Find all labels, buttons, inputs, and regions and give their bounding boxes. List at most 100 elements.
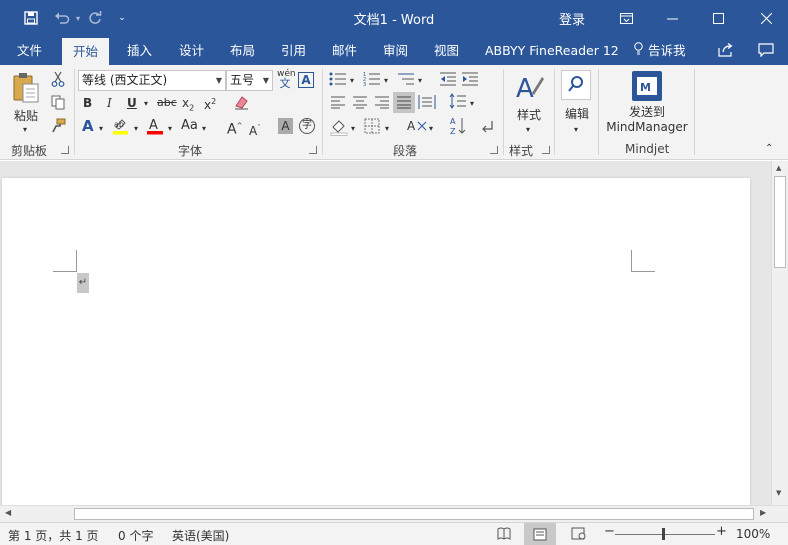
scroll-down-icon[interactable]: ▼ (776, 489, 781, 497)
tab-insert[interactable]: 插入 (127, 36, 152, 65)
paste-dropdown-icon[interactable]: ▾ (23, 122, 27, 138)
tab-view[interactable]: 视图 (434, 36, 459, 65)
chevron-down-icon[interactable]: ▾ (168, 121, 172, 137)
tell-me-box[interactable]: 告诉我 (634, 36, 686, 65)
decrease-indent-icon[interactable] (439, 71, 457, 91)
chevron-down-icon[interactable]: ▾ (134, 121, 138, 137)
horizontal-scrollbar[interactable]: ◀ ▶ (0, 505, 788, 522)
document-page[interactable]: ↵ (2, 178, 750, 505)
superscript-icon[interactable]: x2 (204, 94, 216, 113)
shrink-font-icon[interactable]: Aˇ (249, 120, 261, 139)
increase-indent-icon[interactable] (461, 71, 479, 91)
chevron-down-icon[interactable]: ▾ (202, 121, 206, 137)
bullets-icon[interactable] (329, 71, 347, 91)
font-size-combo[interactable]: 五号 ▼ (226, 70, 273, 91)
subscript-icon[interactable]: x2 (182, 95, 194, 116)
tab-file[interactable]: 文件 (17, 36, 42, 65)
scrollbar-thumb[interactable] (74, 508, 754, 520)
grow-font-icon[interactable]: A^ (227, 118, 242, 138)
phonetic-guide-button[interactable]: wén 文 (277, 69, 296, 89)
close-icon[interactable] (744, 0, 788, 36)
chevron-down-icon[interactable]: ▼ (263, 71, 269, 90)
underline-icon[interactable]: U (127, 95, 137, 111)
tab-home[interactable]: 开始 (62, 38, 110, 65)
tab-review[interactable]: 审阅 (383, 36, 408, 65)
read-mode-icon[interactable] (497, 527, 511, 543)
chevron-down-icon[interactable]: ▾ (385, 121, 389, 137)
ribbon-display-icon[interactable] (606, 0, 646, 36)
language-status[interactable]: 英语(美国) (172, 527, 229, 544)
paragraph-launcher-icon[interactable] (490, 146, 498, 154)
character-shading-icon[interactable]: A (278, 118, 293, 134)
chevron-down-icon[interactable]: ▾ (99, 121, 103, 137)
font-name-combo[interactable]: 等线 (西文正文) ▼ (78, 70, 226, 91)
bold-icon[interactable]: B (83, 95, 92, 111)
maximize-icon[interactable] (698, 0, 738, 36)
zoom-in-icon[interactable]: + (716, 524, 727, 539)
zoom-slider-track[interactable] (615, 534, 715, 535)
show-marks-icon[interactable] (480, 119, 494, 139)
comments-icon[interactable] (758, 36, 776, 65)
chevron-down-icon[interactable]: ▾ (384, 73, 388, 89)
page-count[interactable]: 第 1 页，共 1 页 (8, 527, 99, 544)
mindmanager-icon[interactable]: M (632, 71, 662, 105)
find-icon[interactable] (561, 70, 591, 100)
chevron-down-icon[interactable]: ▾ (470, 96, 474, 112)
send-to-mindmanager-label[interactable]: 发送到 MindManager (600, 105, 694, 135)
align-center-icon[interactable] (352, 95, 368, 113)
shading-icon[interactable] (330, 118, 348, 140)
font-launcher-icon[interactable] (309, 146, 317, 154)
share-icon[interactable] (718, 36, 736, 65)
editing-button-label[interactable]: 编辑 (558, 105, 596, 122)
strikethrough-icon[interactable]: abc (157, 95, 177, 111)
change-case-icon[interactable]: Aa (181, 118, 198, 134)
chevron-down-icon[interactable]: ▾ (526, 122, 530, 138)
zoom-out-icon[interactable]: − (604, 524, 615, 539)
styles-icon[interactable]: A (515, 71, 545, 105)
tab-references[interactable]: 引用 (281, 36, 306, 65)
styles-button-label[interactable]: 样式 (511, 106, 547, 123)
vertical-scrollbar[interactable]: ▲ ▼ (771, 161, 788, 505)
web-layout-icon[interactable] (571, 527, 586, 543)
chevron-down-icon[interactable]: ▾ (574, 122, 578, 138)
signin-button[interactable]: 登录 (552, 0, 592, 36)
scroll-up-icon[interactable]: ▲ (776, 164, 781, 172)
multilevel-list-icon[interactable] (397, 71, 415, 91)
scroll-left-icon[interactable]: ◀ (5, 508, 11, 517)
collapse-ribbon-icon[interactable]: ⌃ (765, 141, 773, 157)
sort-icon[interactable]: AZ (449, 116, 467, 140)
tab-layout[interactable]: 布局 (230, 36, 255, 65)
tab-abbyy[interactable]: ABBYY FineReader 12 (485, 36, 619, 65)
word-count[interactable]: 0 个字 (118, 527, 153, 544)
justify-icon[interactable] (393, 92, 415, 113)
copy-icon[interactable] (51, 95, 65, 114)
align-right-icon[interactable] (374, 95, 390, 113)
character-border-icon[interactable]: A (298, 72, 314, 88)
cut-icon[interactable] (51, 71, 65, 91)
enclose-characters-icon[interactable]: 字 (299, 118, 315, 134)
format-painter-icon[interactable] (51, 118, 66, 137)
font-color-icon[interactable]: A (146, 117, 164, 139)
minimize-icon[interactable] (652, 0, 692, 36)
styles-launcher-icon[interactable] (542, 146, 550, 154)
text-effects-icon[interactable]: A (82, 118, 94, 134)
distributed-icon[interactable] (418, 94, 436, 114)
scrollbar-thumb[interactable] (774, 176, 786, 268)
paste-icon[interactable] (12, 72, 40, 108)
chevron-down-icon[interactable]: ▼ (216, 71, 222, 90)
chevron-down-icon[interactable]: ▾ (351, 121, 355, 137)
align-left-icon[interactable] (330, 95, 346, 113)
italic-icon[interactable]: I (107, 95, 112, 111)
highlight-color-icon[interactable]: ab (112, 117, 130, 139)
chevron-down-icon[interactable]: ▾ (418, 73, 422, 89)
scroll-right-icon[interactable]: ▶ (760, 508, 766, 517)
zoom-slider-thumb[interactable] (662, 528, 665, 540)
chevron-down-icon[interactable]: ▾ (429, 121, 433, 137)
line-spacing-icon[interactable] (449, 93, 467, 115)
chinese-layout-icon[interactable]: A (406, 118, 428, 139)
numbering-icon[interactable]: 123 (363, 71, 381, 91)
zoom-level[interactable]: 100% (736, 527, 770, 541)
clear-formatting-icon[interactable] (234, 94, 250, 114)
clipboard-launcher-icon[interactable] (61, 146, 69, 154)
tab-design[interactable]: 设计 (179, 36, 204, 65)
